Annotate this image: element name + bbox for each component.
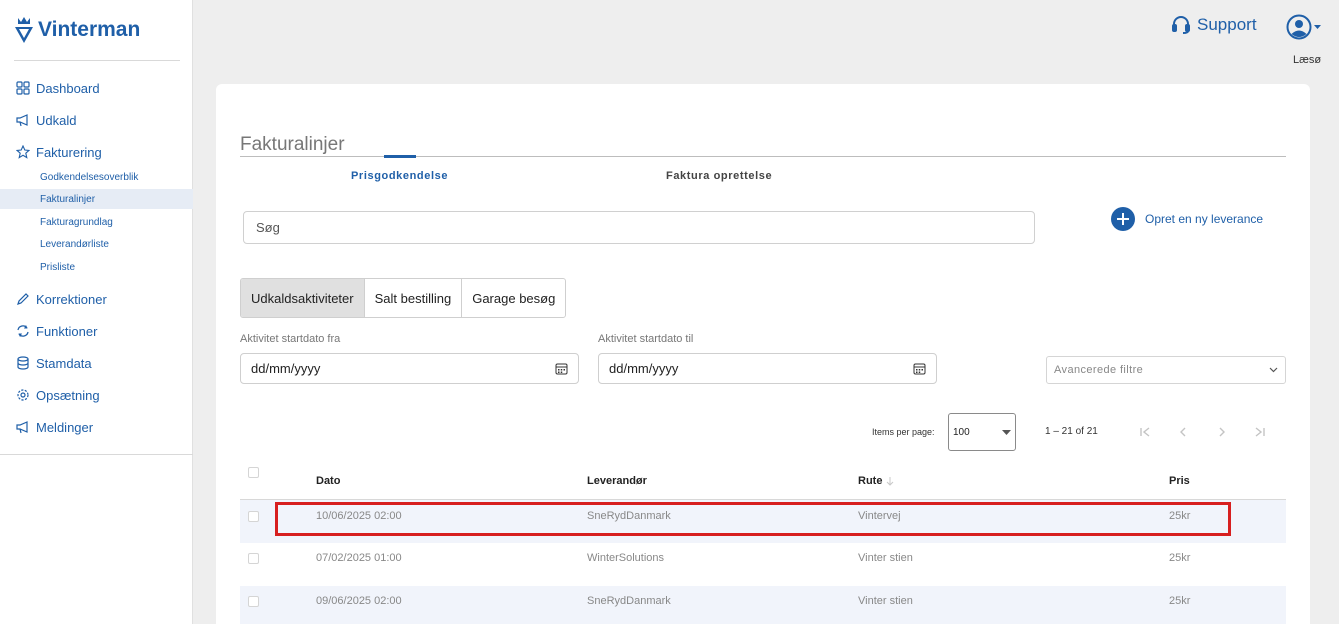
sidebar-item-udkald[interactable]: Udkald — [16, 111, 76, 129]
sidebar-subitem-fakturalinjer[interactable]: Fakturalinjer — [0, 189, 193, 209]
segment-garage-besog[interactable]: Garage besøg — [462, 279, 565, 317]
sidebar-item-fakturering[interactable]: Fakturering — [16, 143, 102, 161]
grid-icon — [16, 81, 30, 95]
highlight-box — [275, 502, 1231, 536]
sidebar-item-label: Funktioner — [36, 323, 98, 339]
column-header-pris[interactable]: Pris — [1169, 475, 1190, 487]
sidebar-item-meldinger[interactable]: Meldinger — [16, 418, 93, 436]
tab-indicator — [384, 155, 416, 158]
date-from-label: Aktivitet startdato fra — [240, 333, 341, 345]
next-page-icon[interactable] — [1212, 422, 1232, 442]
last-page-icon[interactable] — [1250, 422, 1270, 442]
sidebar-item-funktioner[interactable]: Funktioner — [16, 322, 97, 340]
star-icon — [16, 145, 30, 159]
advanced-filters-label: Avancerede filtre — [1054, 364, 1144, 376]
user-name: Læsø — [1293, 54, 1322, 66]
sidebar: Vinterman Dashboard Udkald Fakturering G… — [0, 0, 193, 624]
cell-leverandor: WinterSolutions — [587, 552, 665, 564]
caret-down-icon — [1002, 429, 1011, 435]
megaphone-icon — [16, 114, 28, 127]
database-icon — [17, 356, 29, 370]
calendar-icon[interactable] — [913, 362, 926, 375]
column-header-label: Rute — [858, 475, 883, 487]
page-title: Fakturalinjer — [240, 134, 345, 155]
date-to-label: Aktivitet startdato til — [598, 333, 694, 345]
brand-name: Vinterman — [38, 18, 141, 41]
sort-arrow-icon — [887, 477, 894, 486]
sidebar-item-label: Dashboard — [36, 80, 100, 96]
row-checkbox[interactable] — [248, 596, 259, 607]
advanced-filters-select[interactable]: Avancerede filtre — [1046, 356, 1286, 384]
column-header-rute[interactable]: Rute — [858, 475, 894, 487]
sidebar-divider — [14, 60, 180, 61]
support-link[interactable]: Support — [1171, 15, 1257, 35]
date-to-input[interactable]: dd/mm/yyyy — [598, 353, 937, 384]
sidebar-item-label: Stamdata — [36, 355, 92, 371]
gear-icon — [17, 389, 29, 401]
row-checkbox[interactable] — [248, 511, 259, 522]
cell-rute: Vinter stien — [858, 595, 913, 607]
cell-rute: Vinter stien — [858, 552, 913, 564]
page-size-value: 100 — [953, 426, 970, 438]
tab-faktura-oprettelse[interactable]: Faktura oprettelse — [666, 170, 772, 182]
date-to-value: dd/mm/yyyy — [609, 361, 679, 376]
table-row[interactable] — [240, 543, 1286, 586]
select-all-checkbox[interactable] — [248, 467, 259, 478]
caret-down-icon — [1314, 24, 1321, 29]
logo[interactable]: Vinterman — [14, 16, 140, 44]
date-from-input[interactable]: dd/mm/yyyy — [240, 353, 579, 384]
sidebar-subitem-leverandorliste[interactable]: Leverandørliste — [0, 234, 193, 254]
cell-leverandor: SneRydDanmark — [587, 595, 671, 607]
cell-pris: 25kr — [1169, 552, 1191, 564]
search-input[interactable]: Søg — [243, 211, 1035, 244]
sidebar-item-stamdata[interactable]: Stamdata — [16, 354, 92, 372]
crown-shield-icon — [15, 17, 33, 43]
calendar-icon[interactable] — [555, 362, 568, 375]
sidebar-item-label: Opsætning — [36, 387, 100, 403]
new-delivery-button[interactable]: Opret en ny leverance — [1111, 207, 1263, 231]
sidebar-subitem-prisliste[interactable]: Prisliste — [0, 257, 193, 277]
sidebar-item-opsaetning[interactable]: Opsætning — [16, 386, 100, 404]
support-label: Support — [1197, 15, 1257, 34]
sidebar-divider — [0, 454, 193, 455]
sidebar-subitem-fakturagrundlag[interactable]: Fakturagrundlag — [0, 212, 193, 232]
column-header-leverandor[interactable]: Leverandør — [587, 475, 647, 487]
sidebar-item-label: Udkald — [36, 112, 77, 128]
sidebar-item-korrektioner[interactable]: Korrektioner — [16, 290, 107, 308]
segment-udkaldsaktiviteter[interactable]: Udkaldsaktiviteter — [241, 279, 365, 317]
items-per-page-label: Items per page: — [872, 427, 935, 437]
cell-dato: 09/06/2025 02:00 — [316, 595, 402, 607]
page-range: 1 – 21 of 21 — [1045, 426, 1098, 437]
sidebar-item-label: Meldinger — [36, 419, 94, 435]
chevron-down-icon — [1269, 367, 1278, 373]
user-menu[interactable] — [1286, 14, 1321, 40]
cell-pris: 25kr — [1169, 595, 1191, 607]
plus-circle-icon — [1111, 207, 1135, 231]
pencil-icon — [17, 293, 29, 305]
sidebar-item-label: Korrektioner — [36, 291, 107, 307]
search-placeholder: Søg — [256, 220, 280, 235]
page-size-select[interactable]: 100 — [948, 413, 1016, 451]
prev-page-icon[interactable] — [1173, 422, 1193, 442]
sidebar-subitem-godkendelsesoverblik[interactable]: Godkendelsesoverblik — [0, 167, 193, 187]
date-from-value: dd/mm/yyyy — [251, 361, 321, 376]
activity-type-toggle: Udkaldsaktiviteter Salt bestilling Garag… — [240, 278, 567, 318]
account-circle-icon — [1286, 14, 1312, 40]
column-header-dato[interactable]: Dato — [316, 475, 340, 487]
sidebar-item-label: Fakturering — [36, 144, 102, 160]
sidebar-item-dashboard[interactable]: Dashboard — [16, 79, 100, 97]
first-page-icon[interactable] — [1135, 422, 1155, 442]
refresh-icon — [17, 325, 29, 337]
cell-dato: 07/02/2025 01:00 — [316, 552, 402, 564]
segment-salt-bestilling[interactable]: Salt bestilling — [365, 279, 463, 317]
headset-icon — [1172, 16, 1190, 34]
tab-prisgodkendelse[interactable]: Prisgodkendelse — [351, 170, 448, 182]
row-checkbox[interactable] — [248, 553, 259, 564]
new-delivery-label: Opret en ny leverance — [1145, 212, 1264, 226]
megaphone-icon — [16, 421, 28, 434]
